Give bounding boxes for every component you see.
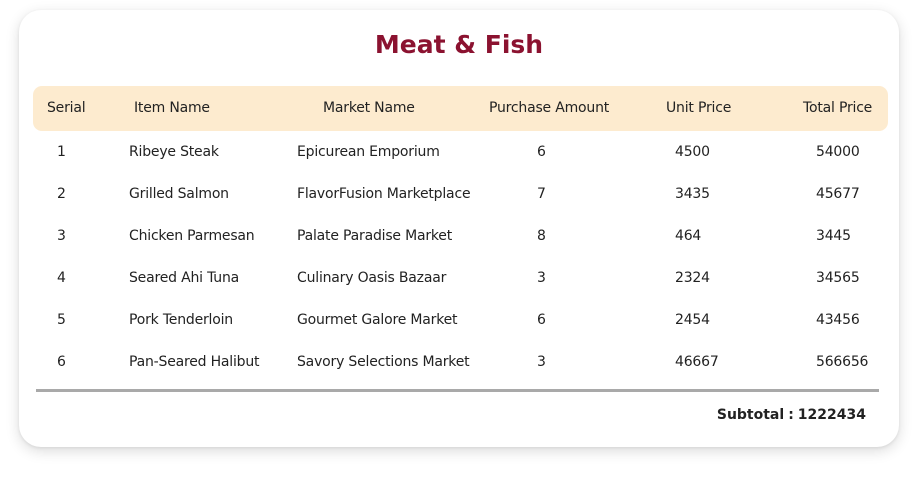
subtotal: Subtotal:1222434 (717, 407, 866, 423)
table-row: 2 Grilled Salmon FlavorFusion Marketplac… (33, 175, 888, 217)
table-divider (36, 389, 879, 392)
cell-market-name: Palate Paradise Market (297, 228, 453, 244)
cell-unit-price: 3435 (675, 186, 710, 202)
cell-item-name: Chicken Parmesan (129, 228, 255, 244)
cell-item-name: Pork Tenderloin (129, 312, 233, 328)
table-row: 5 Pork Tenderloin Gourmet Galore Market … (33, 301, 888, 343)
meat-fish-card: Meat & Fish Serial Item Name Market Name… (19, 10, 899, 447)
cell-serial: 2 (57, 186, 66, 202)
header-market-name: Market Name (323, 100, 415, 116)
header-serial: Serial (47, 100, 86, 116)
header-unit-price: Unit Price (666, 100, 732, 116)
cell-total-price: 43456 (816, 312, 860, 328)
cell-purchase-amount: 6 (537, 144, 546, 160)
cell-serial: 6 (57, 354, 66, 370)
cell-unit-price: 2454 (675, 312, 710, 328)
subtotal-value: 1222434 (797, 407, 866, 423)
cell-market-name: Epicurean Emporium (297, 144, 440, 160)
cell-item-name: Pan-Seared Halibut (129, 354, 260, 370)
cell-unit-price: 464 (675, 228, 702, 244)
cell-unit-price: 2324 (675, 270, 710, 286)
cell-unit-price: 4500 (675, 144, 710, 160)
header-purchase-amount: Purchase Amount (489, 100, 610, 116)
cell-serial: 3 (57, 228, 66, 244)
table-row: 1 Ribeye Steak Epicurean Emporium 6 4500… (33, 133, 888, 175)
cell-serial: 1 (57, 144, 66, 160)
cell-serial: 4 (57, 270, 66, 286)
cell-total-price: 45677 (816, 186, 860, 202)
cell-total-price: 34565 (816, 270, 860, 286)
cell-item-name: Grilled Salmon (129, 186, 229, 202)
table-row: 3 Chicken Parmesan Palate Paradise Marke… (33, 217, 888, 259)
cell-market-name: Gourmet Galore Market (297, 312, 458, 328)
table-row: 6 Pan-Seared Halibut Savory Selections M… (33, 343, 888, 385)
cell-serial: 5 (57, 312, 66, 328)
cell-purchase-amount: 8 (537, 228, 546, 244)
table-row: 4 Seared Ahi Tuna Culinary Oasis Bazaar … (33, 259, 888, 301)
cell-total-price: 566656 (816, 354, 869, 370)
cell-total-price: 54000 (816, 144, 860, 160)
header-item-name: Item Name (134, 100, 210, 116)
cell-purchase-amount: 3 (537, 270, 546, 286)
table-header: Serial Item Name Market Name Purchase Am… (33, 86, 888, 131)
subtotal-separator: : (788, 407, 794, 423)
cell-purchase-amount: 7 (537, 186, 546, 202)
cell-unit-price: 46667 (675, 354, 719, 370)
cell-market-name: Culinary Oasis Bazaar (297, 270, 447, 286)
page-title: Meat & Fish (374, 30, 544, 59)
header-total-price: Total Price (803, 100, 873, 116)
cell-total-price: 3445 (816, 228, 851, 244)
cell-market-name: Savory Selections Market (297, 354, 470, 370)
cell-market-name: FlavorFusion Marketplace (297, 186, 471, 202)
cell-purchase-amount: 3 (537, 354, 546, 370)
cell-item-name: Ribeye Steak (129, 144, 219, 160)
cell-purchase-amount: 6 (537, 312, 546, 328)
cell-item-name: Seared Ahi Tuna (129, 270, 240, 286)
subtotal-label: Subtotal (716, 407, 785, 423)
